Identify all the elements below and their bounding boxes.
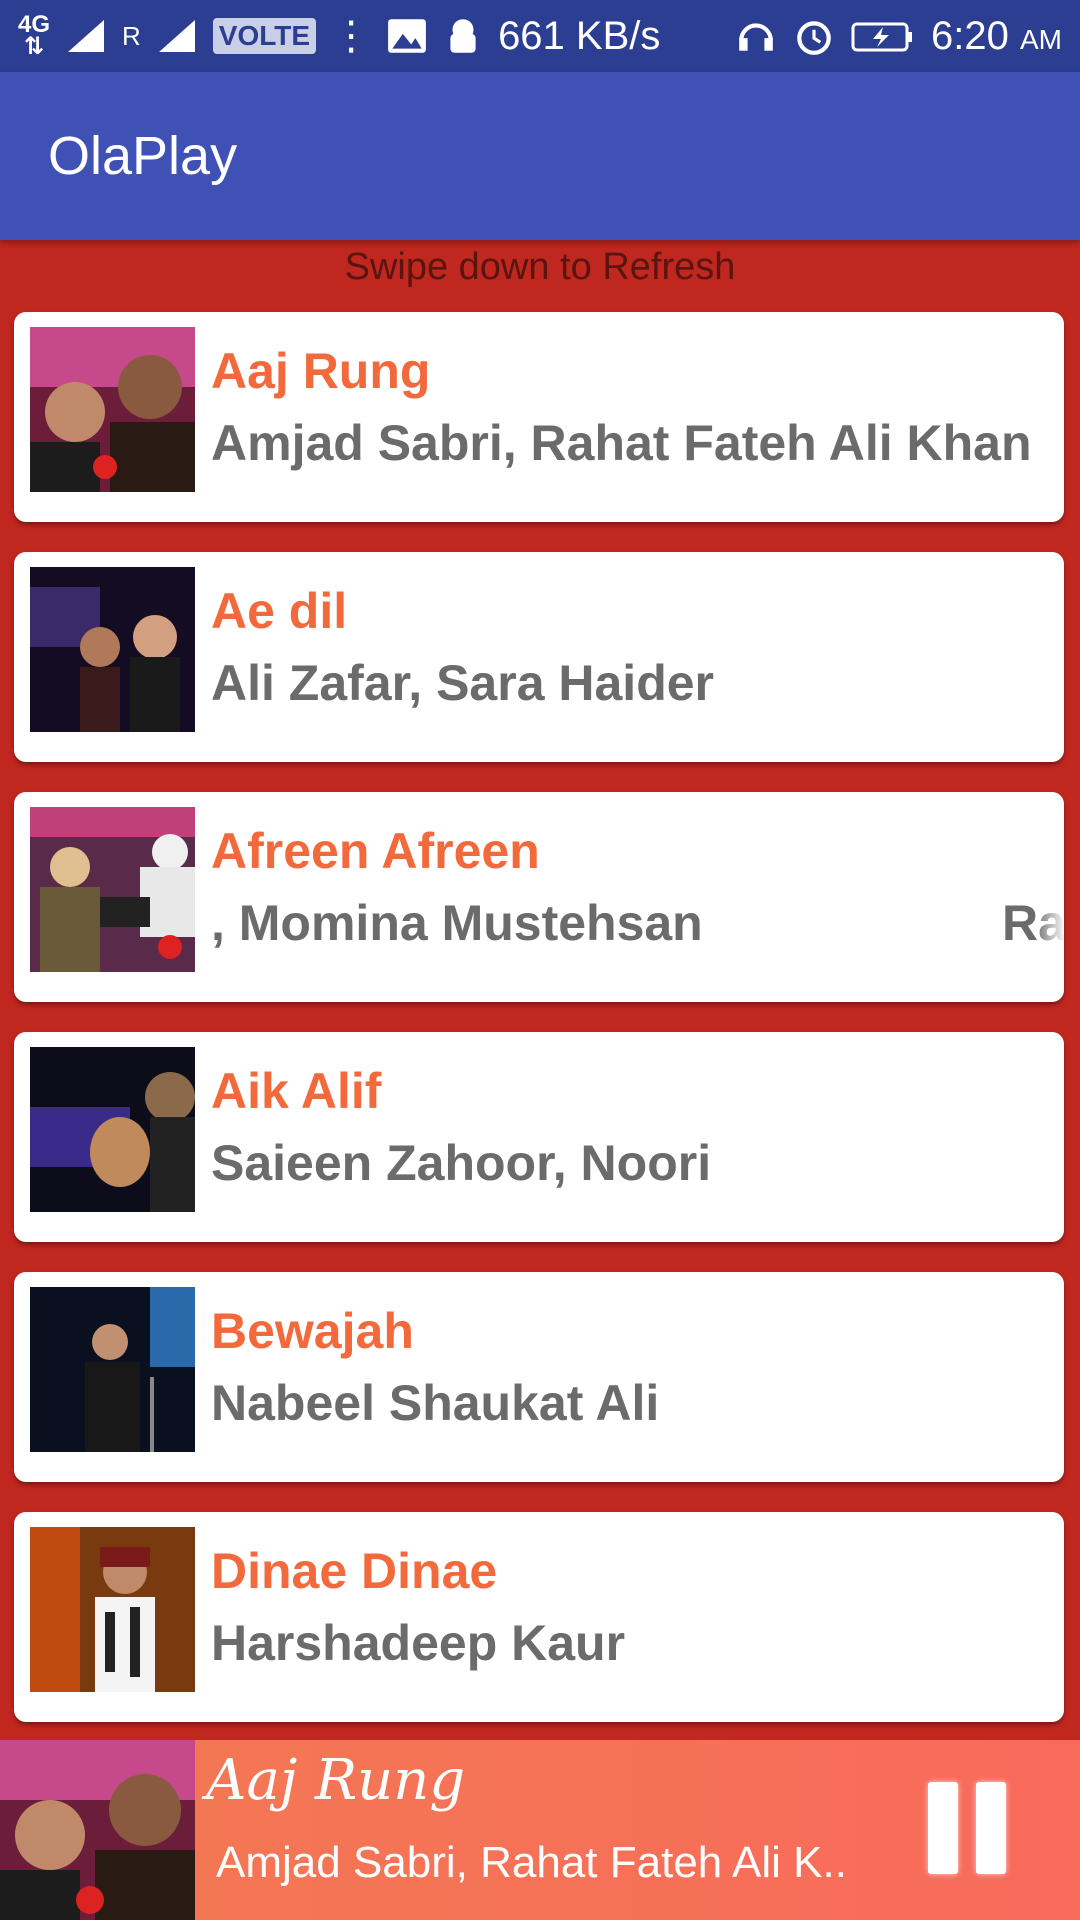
now-playing-title: Aaj Rung xyxy=(206,1748,466,1813)
song-card[interactable]: Aaj Rung Amjad Sabri, Rahat Fateh Ali Kh… xyxy=(14,312,1064,522)
refresh-hint: Swipe down to Refresh xyxy=(344,246,736,288)
song-artists: Saieen Zahoor, Noori xyxy=(211,1135,712,1191)
song-artists-marquee: Ra xyxy=(1002,895,1064,951)
song-card[interactable]: Bewajah Nabeel Shaukat Ali xyxy=(14,1272,1064,1482)
app-bar: OlaPlay xyxy=(0,72,1080,240)
song-card[interactable]: Ae dil Ali Zafar, Sara Haider xyxy=(14,552,1064,762)
android-debug-icon xyxy=(442,15,484,57)
hifi-headphones-icon xyxy=(735,15,777,57)
song-thumbnail xyxy=(30,327,195,492)
song-title: Afreen Afreen xyxy=(211,823,540,879)
song-thumbnail xyxy=(30,567,195,732)
song-thumbnail xyxy=(30,1527,195,1692)
song-artists: , Momina Mustehsan xyxy=(211,895,703,951)
now-playing-artists: Amjad Sabri, Rahat Fateh Ali K.. xyxy=(216,1838,847,1887)
pause-bar-right xyxy=(976,1782,1006,1874)
status-bar: 4G ⇅ R VOLTE ⋮ 661 KB/s 6:20 AM xyxy=(0,0,1080,72)
network-type: 4G ⇅ xyxy=(18,11,51,60)
now-playing-thumbnail xyxy=(0,1740,195,1920)
more-dots-icon: ⋮ xyxy=(331,14,372,58)
song-artists: Nabeel Shaukat Ali xyxy=(211,1375,660,1431)
song-thumbnail xyxy=(30,1287,195,1452)
pause-bar-left xyxy=(928,1782,958,1874)
data-arrows-icon: ⇅ xyxy=(23,33,45,60)
song-thumbnail xyxy=(30,1047,195,1212)
song-card[interactable]: Dinae Dinae Harshadeep Kaur xyxy=(14,1512,1064,1722)
song-title: Aaj Rung xyxy=(211,343,431,399)
network-speed: 661 KB/s xyxy=(498,13,661,58)
song-title: Ae dil xyxy=(211,583,348,639)
alarm-icon xyxy=(793,15,835,57)
signal-icon xyxy=(64,18,108,54)
song-card[interactable]: Aik Alif Saieen Zahoor, Noori xyxy=(14,1032,1064,1242)
sim-roaming-label: R xyxy=(122,20,141,51)
song-title: Aik Alif xyxy=(211,1063,382,1119)
signal-icon-2 xyxy=(155,18,199,54)
song-artists: Ali Zafar, Sara Haider xyxy=(211,655,715,711)
clock: 6:20 AM xyxy=(931,13,1062,58)
now-playing-bar[interactable]: Aaj Rung Amjad Sabri, Rahat Fateh Ali K.… xyxy=(0,1740,1080,1920)
gallery-icon xyxy=(386,15,428,57)
song-artists: Amjad Sabri, Rahat Fateh Ali Khan xyxy=(211,415,1032,471)
song-thumbnail xyxy=(30,807,195,972)
song-title: Dinae Dinae xyxy=(211,1543,498,1599)
battery-charging-icon xyxy=(851,15,915,57)
song-artists: Harshadeep Kaur xyxy=(211,1615,626,1671)
song-title: Bewajah xyxy=(211,1303,414,1359)
app-title: OlaPlay xyxy=(48,126,238,186)
song-card[interactable]: Afreen Afreen , Momina Mustehsan Ra xyxy=(14,792,1064,1002)
pause-icon[interactable] xyxy=(922,1782,1012,1878)
volte-badge: VOLTE xyxy=(212,18,317,54)
